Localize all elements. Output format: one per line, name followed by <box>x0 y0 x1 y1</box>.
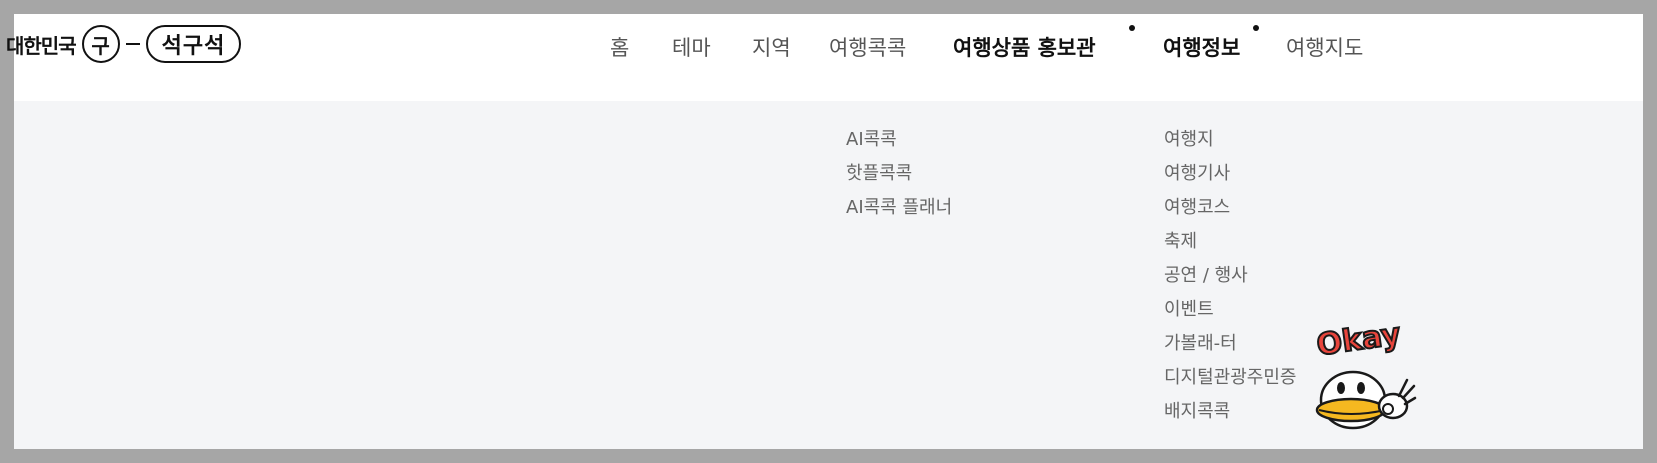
submenu-item[interactable]: 여행지 <box>1164 123 1296 157</box>
submenu-item[interactable]: 가볼래-터 <box>1164 327 1296 361</box>
submenu-item[interactable]: 이벤트 <box>1164 293 1296 327</box>
site-header: 대한민국 구 석구석 홈 테마 지역 여행콕콕 여행상품 홍보관 여행정보 여행… <box>6 14 1643 101</box>
submenu-travel-info: 여행지 여행기사 여행코스 축제 공연 / 행사 이벤트 가볼래-터 디지털관광… <box>1164 123 1296 429</box>
submenu-item[interactable]: 공연 / 행사 <box>1164 259 1296 293</box>
submenu-item[interactable]: AI콕콕 플래너 <box>846 191 952 225</box>
submenu-item[interactable]: 축제 <box>1164 225 1296 259</box>
nav-home[interactable]: 홈 <box>610 32 629 62</box>
submenu-item[interactable]: 여행기사 <box>1164 157 1296 191</box>
submenu-item[interactable]: 배지콕콕 <box>1164 395 1296 429</box>
new-dot-indicator <box>1129 25 1135 31</box>
main-nav: 홈 테마 지역 여행콕콕 여행상품 홍보관 여행정보 여행지도 <box>14 14 1643 74</box>
new-dot-indicator <box>1253 25 1259 31</box>
nav-theme[interactable]: 테마 <box>672 32 711 62</box>
nav-travel-products[interactable]: 여행상품 홍보관 <box>953 32 1096 62</box>
okay-duck-mascot-icon: Okay <box>1315 316 1417 430</box>
nav-travel-map[interactable]: 여행지도 <box>1286 32 1363 62</box>
nav-region[interactable]: 지역 <box>752 32 791 62</box>
submenu-item[interactable]: AI콕콕 <box>846 123 952 157</box>
submenu-item[interactable]: 핫플콕콕 <box>846 157 952 191</box>
nav-travel-info[interactable]: 여행정보 <box>1163 32 1240 62</box>
submenu-item[interactable]: 여행코스 <box>1164 191 1296 225</box>
submenu-item[interactable]: 디지털관광주민증 <box>1164 361 1296 395</box>
page-frame: 대한민국 구 석구석 홈 테마 지역 여행콕콕 여행상품 홍보관 여행정보 여행… <box>6 14 1643 449</box>
mascot-okay-text: Okay <box>1315 317 1403 363</box>
nav-travel-kokkok[interactable]: 여행콕콕 <box>829 32 906 62</box>
submenu-travel-kokkok: AI콕콕 핫플콕콕 AI콕콕 플래너 <box>846 123 952 225</box>
